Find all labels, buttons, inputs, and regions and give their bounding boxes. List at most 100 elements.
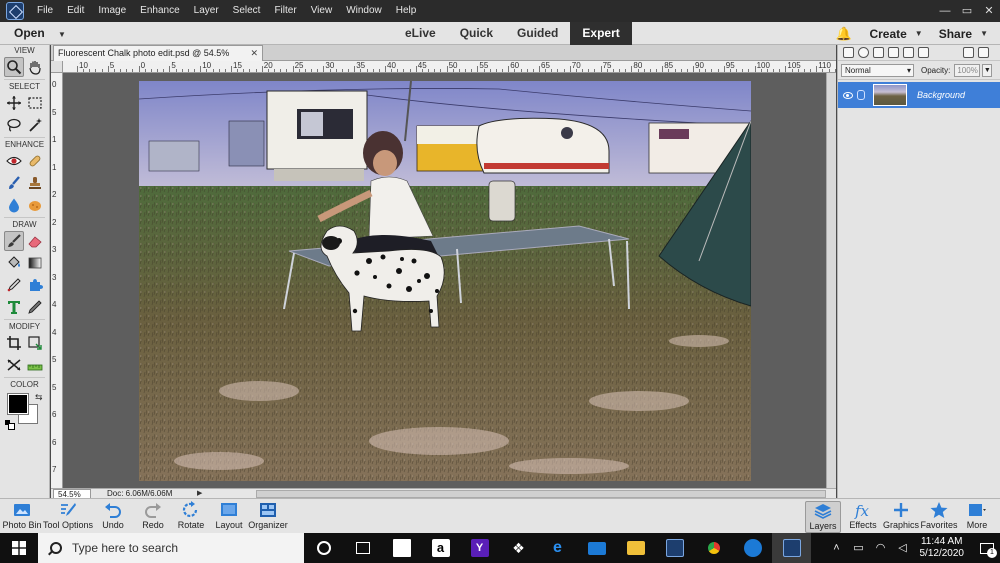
menu-select[interactable]: Select xyxy=(226,0,268,22)
zoom-tool[interactable] xyxy=(3,57,24,77)
eyedropper-tool[interactable] xyxy=(4,275,24,295)
horizontal-scrollbar[interactable] xyxy=(256,490,826,498)
spot-healing-tool[interactable] xyxy=(25,151,45,171)
open-button[interactable]: Open ▼ xyxy=(0,26,74,40)
move-tool[interactable] xyxy=(4,93,24,113)
paint-bucket-tool[interactable] xyxy=(4,253,24,273)
menu-view[interactable]: View xyxy=(304,0,340,22)
elements-organizer-app[interactable] xyxy=(655,533,694,563)
share-button[interactable]: Share xyxy=(935,27,976,41)
trash-icon[interactable] xyxy=(963,47,974,58)
tab-elive[interactable]: eLive xyxy=(393,22,448,45)
lasso-tool[interactable] xyxy=(4,115,24,135)
photo-bin-button[interactable]: Photo Bin xyxy=(0,501,44,533)
chevron-up-icon[interactable]: ˄ xyxy=(829,540,845,556)
photo-canvas[interactable] xyxy=(139,81,751,481)
lock-transparency-icon[interactable] xyxy=(888,47,899,58)
opacity-input[interactable]: 100% xyxy=(954,63,981,77)
adjustment-layer-icon[interactable] xyxy=(858,47,869,58)
foreground-color-swatch[interactable] xyxy=(6,393,29,415)
menu-image[interactable]: Image xyxy=(91,0,133,22)
battery-icon[interactable]: ▭ xyxy=(851,540,867,556)
hand-tool[interactable] xyxy=(25,57,45,77)
effects-button[interactable]: fx Effects xyxy=(842,501,884,533)
yahoo-app[interactable]: Y xyxy=(460,533,499,563)
chrome-app[interactable] xyxy=(694,533,733,563)
dropbox-app[interactable]: ❖ xyxy=(499,533,538,563)
menu-file[interactable]: File xyxy=(30,0,60,22)
visibility-eye-icon[interactable] xyxy=(843,91,853,99)
store-app[interactable] xyxy=(382,533,421,563)
favorites-button[interactable]: Favorites xyxy=(918,501,960,533)
menu-window[interactable]: Window xyxy=(339,0,389,22)
recompose-tool[interactable] xyxy=(25,333,45,353)
task-view-button[interactable] xyxy=(343,533,382,563)
edge-app[interactable]: e xyxy=(538,533,577,563)
minimize-button[interactable]: — xyxy=(934,0,956,22)
cortana-button[interactable] xyxy=(304,533,343,563)
clock[interactable]: 11:44 AM 5/12/2020 xyxy=(920,536,965,560)
smart-brush-tool[interactable] xyxy=(4,173,24,193)
start-button[interactable] xyxy=(0,533,38,563)
graphics-button[interactable]: Graphics xyxy=(880,501,922,533)
close-window-button[interactable]: ✕ xyxy=(978,0,1000,22)
eraser-tool[interactable] xyxy=(25,231,45,251)
amazon-app[interactable]: a xyxy=(421,533,460,563)
taskbar-search-box[interactable]: Type here to search xyxy=(38,533,304,563)
more-button[interactable]: More xyxy=(956,501,998,533)
menu-help[interactable]: Help xyxy=(389,0,424,22)
chevron-down-icon[interactable]: ▼ xyxy=(58,30,66,39)
tab-quick[interactable]: Quick xyxy=(448,22,505,45)
blend-mode-select[interactable]: Normal xyxy=(841,63,914,77)
link-layers-icon[interactable] xyxy=(918,47,929,58)
tool-options-button[interactable]: Tool Options xyxy=(43,501,93,533)
create-button[interactable]: Create xyxy=(865,27,910,41)
mail-app[interactable] xyxy=(577,533,616,563)
marquee-tool[interactable] xyxy=(25,93,45,113)
vertical-scrollbar[interactable] xyxy=(826,73,836,488)
default-colors-icon[interactable] xyxy=(4,420,15,430)
menu-edit[interactable]: Edit xyxy=(60,0,91,22)
photoshop-elements-app[interactable] xyxy=(772,533,811,563)
panel-menu-icon[interactable] xyxy=(978,47,989,58)
tab-guided[interactable]: Guided xyxy=(505,22,570,45)
menu-filter[interactable]: Filter xyxy=(267,0,303,22)
sponge-tool[interactable] xyxy=(25,195,45,215)
layer-mask-icon[interactable] xyxy=(873,47,884,58)
magic-wand-tool[interactable] xyxy=(25,115,45,135)
maximize-button[interactable]: ▭ xyxy=(956,0,978,22)
clone-stamp-tool[interactable] xyxy=(25,173,45,193)
swap-colors-icon[interactable]: ⇆ xyxy=(35,392,43,403)
menu-layer[interactable]: Layer xyxy=(187,0,226,22)
pencil-tool[interactable] xyxy=(25,297,45,317)
layout-button[interactable]: Layout xyxy=(207,501,251,533)
gradient-tool[interactable] xyxy=(25,253,45,273)
wifi-icon[interactable]: ◠ xyxy=(873,540,889,556)
red-eye-tool[interactable] xyxy=(4,151,24,171)
custom-shape-tool[interactable] xyxy=(25,275,45,295)
menu-enhance[interactable]: Enhance xyxy=(133,0,186,22)
content-aware-move-tool[interactable] xyxy=(4,355,24,375)
photo-app[interactable] xyxy=(733,533,772,563)
document-tab[interactable]: Fluorescent Chalk photo edit.psd @ 54.5%… xyxy=(53,45,263,73)
chevron-down-icon[interactable]: ▼ xyxy=(980,29,988,38)
tab-expert[interactable]: Expert xyxy=(570,22,632,45)
link-icon[interactable] xyxy=(857,90,865,100)
bell-icon[interactable]: 🔔 xyxy=(835,26,851,41)
new-layer-icon[interactable] xyxy=(843,47,854,58)
organizer-button[interactable]: Organizer xyxy=(246,501,290,533)
chevron-down-icon[interactable]: ▼ xyxy=(915,29,923,38)
straighten-tool[interactable] xyxy=(25,355,45,375)
volume-icon[interactable]: ◁ xyxy=(895,540,911,556)
chevron-down-icon[interactable]: ▼ xyxy=(982,63,993,77)
brush-tool[interactable] xyxy=(3,231,24,251)
lock-icon[interactable] xyxy=(903,47,914,58)
type-tool[interactable] xyxy=(4,297,24,317)
blur-tool[interactable] xyxy=(4,195,24,215)
file-explorer-app[interactable] xyxy=(616,533,655,563)
canvas-area[interactable] xyxy=(63,73,826,488)
layer-row[interactable]: Background xyxy=(838,82,1000,108)
layers-panel-button[interactable]: Layers xyxy=(805,501,841,533)
notifications-button[interactable]: 1 xyxy=(974,533,1000,563)
crop-tool[interactable] xyxy=(4,333,24,353)
